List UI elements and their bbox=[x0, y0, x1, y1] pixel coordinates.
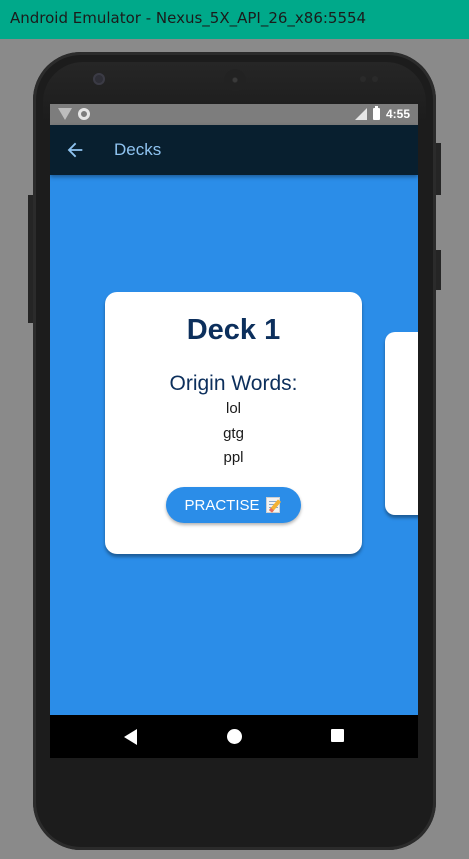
phone-screen: 4:55 Decks Deck 1 Origin Words: lol gtg … bbox=[50, 104, 418, 758]
status-time: 4:55 bbox=[385, 107, 410, 121]
deck-card[interactable]: Deck 1 Origin Words: lol gtg ppl PRACTIS… bbox=[105, 292, 362, 554]
memo-icon bbox=[265, 496, 283, 514]
origin-word: ppl bbox=[223, 449, 244, 466]
proximity-sensor bbox=[360, 76, 366, 82]
power-button[interactable] bbox=[436, 143, 441, 195]
nav-back-icon[interactable] bbox=[124, 729, 137, 745]
origin-words-heading: Origin Words: bbox=[169, 372, 298, 395]
origin-word: gtg bbox=[223, 425, 244, 442]
window-title: Android Emulator - Nexus_5X_API_26_x86:5… bbox=[10, 9, 367, 27]
deck-title: Deck 1 bbox=[186, 314, 281, 346]
practise-label: PRACTISE bbox=[184, 496, 260, 514]
back-arrow-icon[interactable] bbox=[64, 139, 86, 161]
emulator-title-bar: Android Emulator - Nexus_5X_API_26_x86:5… bbox=[0, 0, 469, 39]
status-bar: 4:55 bbox=[50, 104, 418, 125]
signal-icon bbox=[354, 108, 367, 120]
light-sensor bbox=[372, 76, 378, 82]
navigation-bar bbox=[50, 715, 418, 758]
battery-icon bbox=[372, 106, 380, 120]
nav-home-icon[interactable] bbox=[227, 729, 242, 744]
front-camera bbox=[93, 73, 105, 85]
sync-icon bbox=[78, 108, 90, 120]
volume-button[interactable] bbox=[436, 250, 441, 290]
earpiece-speaker bbox=[224, 69, 246, 91]
practise-button[interactable]: PRACTISE bbox=[166, 487, 301, 523]
app-bar: Decks bbox=[50, 125, 418, 175]
nav-recents-icon[interactable] bbox=[331, 729, 344, 742]
side-frame bbox=[28, 195, 33, 323]
origin-word: lol bbox=[225, 400, 241, 417]
next-deck-card[interactable] bbox=[385, 332, 418, 515]
page-title: Decks bbox=[114, 140, 162, 159]
wifi-icon bbox=[58, 108, 72, 120]
